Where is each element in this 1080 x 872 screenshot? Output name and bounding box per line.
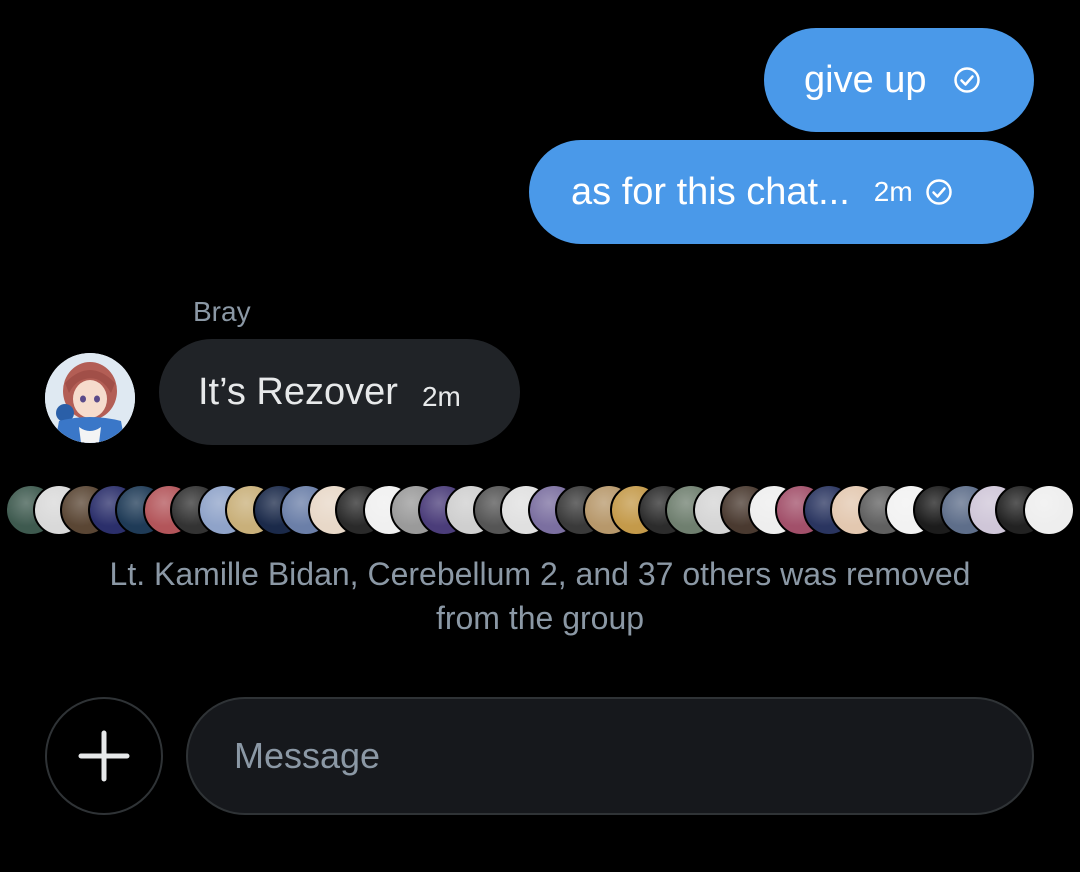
message-text: as for this chat... [571, 170, 850, 213]
add-attachment-button[interactable] [45, 697, 163, 815]
removed-member-avatar [1022, 484, 1075, 536]
outgoing-message[interactable]: give up [764, 28, 1034, 132]
sent-check-icon [925, 178, 953, 206]
message-input[interactable] [186, 697, 1034, 815]
system-event-line: from the group [435, 600, 645, 636]
removed-members-avatar-stack [5, 484, 1075, 538]
plus-icon [78, 730, 130, 782]
system-event-line: Lt. Kamille Bidan, Cerebellum 2, and 37 … [109, 556, 971, 592]
message-timestamp: 2m [421, 381, 461, 412]
sender-name: Bray [193, 296, 251, 327]
system-event-text: Lt. Kamille Bidan, Cerebellum 2, and 37 … [0, 552, 1080, 640]
incoming-message[interactable]: It’s Rezover 2m [159, 339, 520, 445]
message-timestamp: 2m [873, 176, 913, 207]
message-text: It’s Rezover [198, 370, 398, 413]
sent-check-icon [953, 66, 981, 94]
chat-screen: give up as for this chat... 2m Bray It’s… [0, 0, 1080, 872]
message-text: give up [804, 58, 927, 101]
outgoing-message[interactable]: as for this chat... 2m [529, 140, 1034, 244]
user-avatar[interactable] [45, 353, 135, 443]
